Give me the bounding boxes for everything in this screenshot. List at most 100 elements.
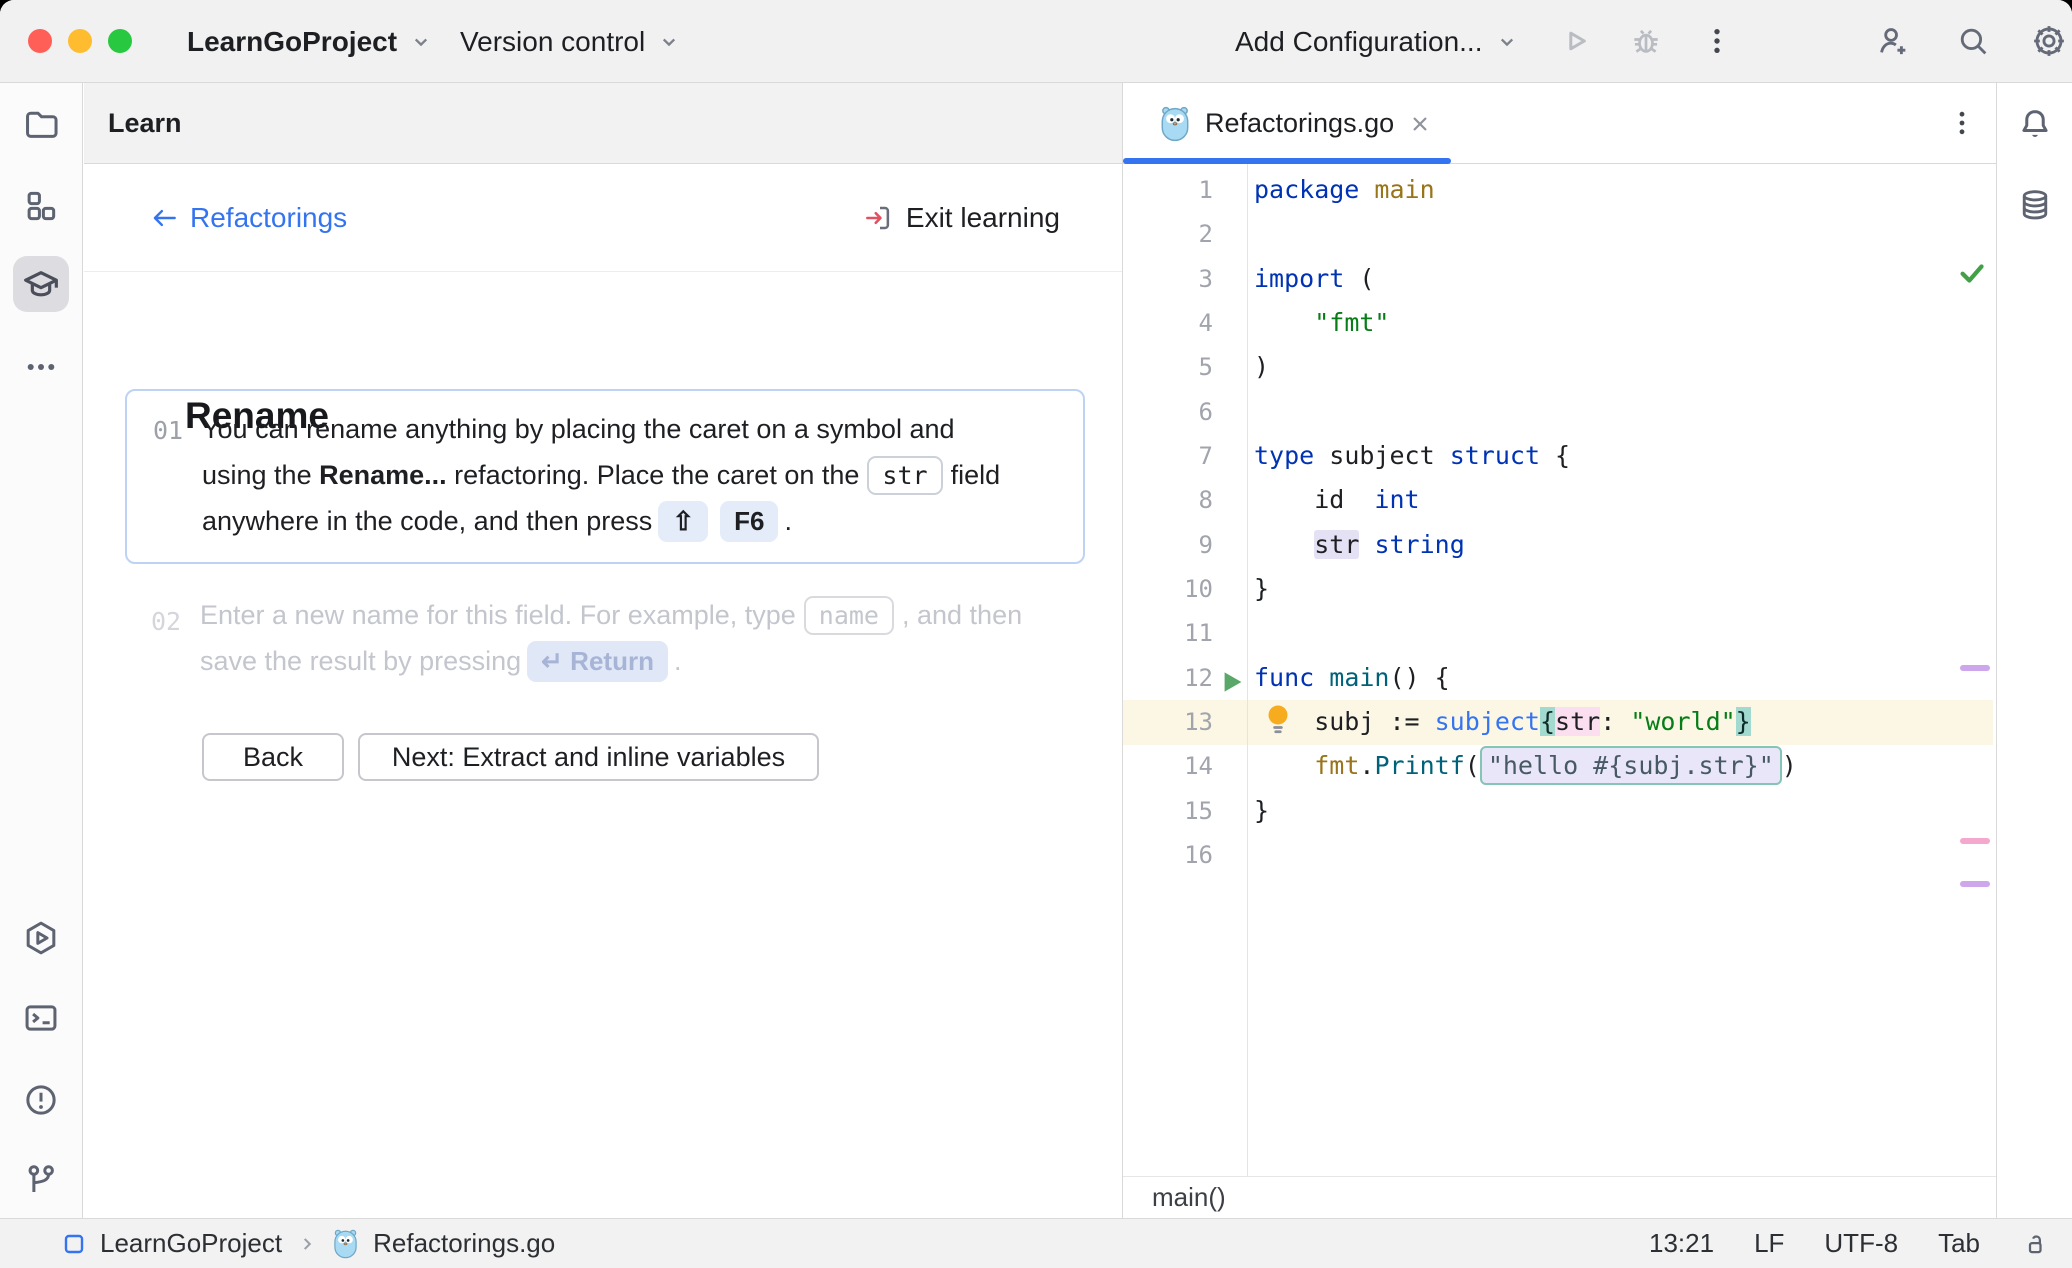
run-hexagon-icon <box>22 919 60 957</box>
learn-nav-row: Refactorings Exit learning <box>84 164 1122 272</box>
line-number: 14 <box>1123 744 1213 788</box>
statusbar-project[interactable]: LearnGoProject <box>100 1228 282 1259</box>
code-line-1[interactable]: package main <box>1254 168 1797 212</box>
caret-position-widget[interactable]: 13:21 <box>1649 1228 1714 1259</box>
back-to-refactorings-link[interactable]: Refactorings <box>148 164 347 272</box>
code-line-10[interactable]: } <box>1254 567 1797 611</box>
terminal-icon <box>22 999 60 1037</box>
code-line-12[interactable]: func main() { <box>1254 656 1797 700</box>
chevron-down-icon <box>1493 28 1521 56</box>
code-with-me-button[interactable] <box>1874 22 1912 60</box>
code-token <box>1254 751 1314 780</box>
run-line-icon[interactable] <box>1221 670 1245 694</box>
code-line-3[interactable]: import ( <box>1254 257 1797 301</box>
code-line-4[interactable]: "fmt" <box>1254 301 1797 345</box>
toolwindow-run-button[interactable] <box>13 910 69 966</box>
code-line-7[interactable]: type subject struct { <box>1254 434 1797 478</box>
tab-label: Refactorings.go <box>1205 108 1394 139</box>
project-widget[interactable]: LearnGoProject <box>187 0 435 83</box>
close-window-button[interactable] <box>28 29 52 53</box>
database-button[interactable] <box>2016 186 2054 224</box>
toolwindow-structure-button[interactable] <box>13 178 69 234</box>
go-gopher-icon <box>1159 106 1191 142</box>
gear-icon <box>2030 22 2068 60</box>
inspections-ok-icon[interactable] <box>1957 257 1987 287</box>
close-tab-icon[interactable] <box>1408 112 1432 136</box>
editor-options-button[interactable] <box>1946 107 1978 139</box>
run-button[interactable] <box>1557 23 1593 59</box>
run-configuration-selector[interactable]: Add Configuration... <box>1235 0 1521 83</box>
code-editor[interactable]: 12345678910111213141516 package mainimpo… <box>1123 164 1996 1176</box>
code-line-9[interactable]: str string <box>1254 523 1797 567</box>
settings-button[interactable] <box>2030 22 2068 60</box>
search-everywhere-button[interactable] <box>1954 22 1992 60</box>
code-line-6[interactable] <box>1254 390 1797 434</box>
intention-bulb-icon[interactable] <box>1263 702 1293 738</box>
breadcrumbs-bar[interactable]: main() <box>1123 1176 1996 1218</box>
statusbar-file[interactable]: Refactorings.go <box>373 1228 555 1259</box>
step-number: 02 <box>151 607 195 636</box>
scrollbar-marker <box>1960 881 1990 887</box>
problems-icon <box>22 1081 60 1119</box>
next-button[interactable]: Next: Extract and inline variables <box>358 733 819 781</box>
exit-learning-button[interactable]: Exit learning <box>862 164 1060 272</box>
toolwindow-learn-button[interactable] <box>13 256 69 312</box>
toolwindow-vcs-button[interactable] <box>13 1152 69 1208</box>
toolwindow-problems-button[interactable] <box>13 1072 69 1128</box>
code-line-2[interactable] <box>1254 212 1797 256</box>
code-token: "world" <box>1630 707 1735 736</box>
step-text: field <box>951 460 1001 491</box>
code-token: int <box>1374 485 1419 514</box>
shortcut-return-key: ↵ Return <box>527 641 668 682</box>
exit-learning-label: Exit learning <box>906 202 1060 234</box>
code-line-8[interactable]: id int <box>1254 478 1797 522</box>
code-line-14[interactable]: fmt.Printf("hello #{subj.str}") <box>1254 744 1797 788</box>
project-name: LearnGoProject <box>187 26 397 58</box>
code-token: type <box>1254 441 1314 470</box>
lock-unlocked-icon[interactable] <box>2020 1229 2050 1259</box>
title-bar: LearnGoProject Version control Add Confi… <box>0 0 2072 83</box>
minimize-window-button[interactable] <box>68 29 92 53</box>
step-text: , and then <box>902 600 1022 631</box>
next-button-label: Next: Extract and inline variables <box>392 742 785 773</box>
scrollbar-marker <box>1960 838 1990 844</box>
more-actions-button[interactable] <box>1700 24 1734 58</box>
bell-icon <box>2016 105 2054 143</box>
status-bar: LearnGoProject Refactorings.go 13:21 LF … <box>0 1218 2072 1268</box>
code-line-5[interactable]: ) <box>1254 345 1797 389</box>
encoding-widget[interactable]: UTF-8 <box>1824 1228 1898 1259</box>
notifications-button[interactable] <box>2016 105 2054 143</box>
learn-panel-header[interactable]: Learn <box>84 83 1122 164</box>
ide-window: LearnGoProject Version control Add Confi… <box>0 0 2072 1268</box>
code-token: subject <box>1435 707 1540 736</box>
code-token: subject <box>1314 441 1449 470</box>
code-token: () { <box>1390 663 1450 692</box>
step-text: Enter a new name for this field. For exa… <box>200 600 796 631</box>
kebab-menu-icon <box>1700 24 1734 58</box>
code-token: package <box>1254 175 1359 204</box>
code-line-13[interactable]: subj := subject{str: "world"} <box>1254 700 1797 744</box>
code-line-16[interactable] <box>1254 833 1797 877</box>
code-line-15[interactable]: } <box>1254 789 1797 833</box>
breadcrumb-main[interactable]: main() <box>1152 1182 1226 1213</box>
indent-widget[interactable]: Tab <box>1938 1228 1980 1259</box>
folder-icon <box>22 105 60 143</box>
vcs-widget[interactable]: Version control <box>460 0 683 83</box>
toolwindow-project-button[interactable] <box>13 96 69 152</box>
more-tool-windows-button[interactable] <box>13 339 69 395</box>
line-number: 1 <box>1123 168 1213 212</box>
line-number: 15 <box>1123 789 1213 833</box>
code-lines: package main import ( "fmt") type subject … <box>1254 168 1797 878</box>
arrow-left-icon <box>148 205 180 231</box>
code-token: str <box>1314 530 1359 559</box>
gutter-separator <box>1247 164 1248 1176</box>
back-button[interactable]: Back <box>202 733 344 781</box>
code-line-11[interactable] <box>1254 611 1797 655</box>
statusbar-widgets: 13:21 LF UTF-8 Tab <box>1649 1228 2072 1259</box>
tab-refactorings-go[interactable]: Refactorings.go <box>1123 83 1432 164</box>
debug-button[interactable] <box>1628 23 1664 59</box>
code-token: ( <box>1465 751 1480 780</box>
maximize-window-button[interactable] <box>108 29 132 53</box>
toolwindow-terminal-button[interactable] <box>13 990 69 1046</box>
line-separator-widget[interactable]: LF <box>1754 1228 1784 1259</box>
